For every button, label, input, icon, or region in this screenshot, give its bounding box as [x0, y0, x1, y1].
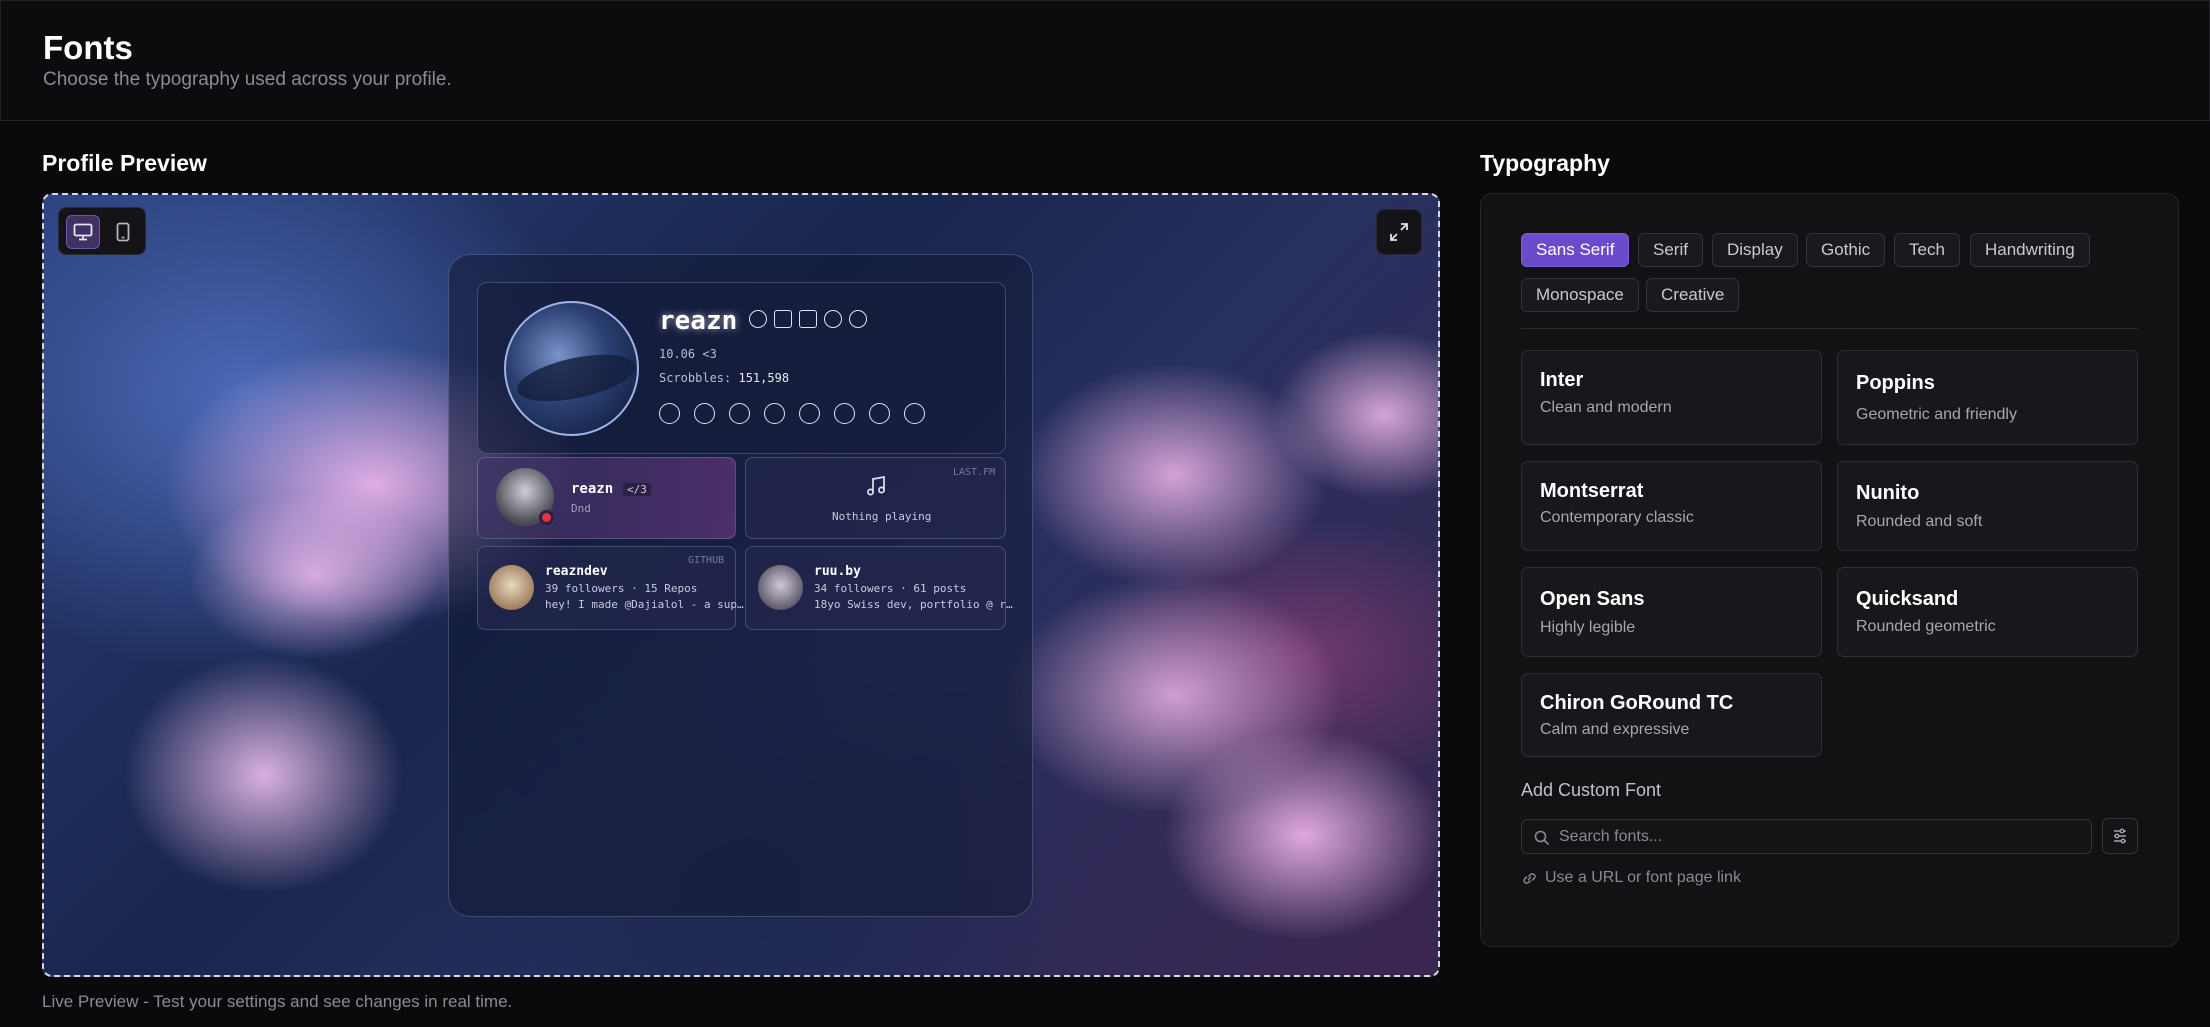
font-description: Highly legible — [1540, 619, 1636, 636]
bluesky-bio: 18yo Swiss dev, portfolio @ r… — [814, 598, 1013, 611]
font-option-montserrat[interactable]: Montserrat Contemporary classic — [1521, 461, 1822, 551]
font-description: Rounded geometric — [1856, 618, 1996, 635]
bluesky-icon[interactable] — [694, 403, 715, 424]
globe-icon[interactable] — [904, 403, 925, 424]
font-option-nunito[interactable]: Nunito Rounded and soft — [1837, 461, 2138, 551]
users-icon — [824, 310, 842, 328]
github-stats: 39 followers · 15 Repos — [545, 582, 698, 595]
url-hint: Use a URL or font page link — [1545, 869, 1741, 886]
font-name: Quicksand — [1856, 588, 1959, 610]
font-option-inter[interactable]: Inter Clean and modern — [1521, 350, 1822, 445]
category-handwriting[interactable]: Handwriting — [1970, 233, 2090, 267]
scrobbles-label: Scrobbles: — [659, 371, 732, 385]
profile-tagline: 10.06 <3 — [659, 347, 717, 361]
category-display[interactable]: Display — [1712, 233, 1798, 267]
page-header: Fonts Choose the typography used across … — [0, 0, 2210, 121]
desktop-view-button[interactable] — [66, 215, 100, 249]
sliders-icon — [2114, 828, 2126, 844]
reddit-icon[interactable] — [869, 403, 890, 424]
category-tech[interactable]: Tech — [1894, 233, 1960, 267]
font-name: Inter — [1540, 369, 1584, 391]
custom-font-label: Add Custom Font — [1521, 780, 1662, 800]
font-description: Clean and modern — [1540, 399, 1672, 416]
tools-icon — [849, 310, 867, 328]
bluesky-username: ruu.by — [814, 564, 861, 579]
now-playing-status: Nothing playing — [832, 510, 932, 523]
osu-icon[interactable] — [659, 403, 680, 424]
category-gothic[interactable]: Gothic — [1806, 233, 1886, 267]
github-username: reazndev — [545, 564, 608, 579]
font-description: Calm and expressive — [1540, 721, 1690, 738]
typography-title: Typography — [1480, 150, 1610, 176]
social-links — [659, 403, 925, 424]
category-creative[interactable]: Creative — [1646, 278, 1740, 312]
font-option-chiron-goround-tc[interactable]: Chiron GoRound TC Calm and expressive — [1521, 673, 1822, 757]
font-search-input[interactable] — [1559, 826, 2079, 848]
page-subtitle: Choose the typography used across your p… — [43, 69, 452, 90]
lastfm-icon[interactable] — [799, 403, 820, 424]
font-option-poppins[interactable]: Poppins Geometric and friendly — [1837, 350, 2138, 445]
profile-scrobbles: Scrobbles: 151,598 — [659, 371, 789, 385]
font-description: Rounded and soft — [1856, 513, 1983, 530]
font-name: Montserrat — [1540, 480, 1644, 502]
mobile-view-button[interactable] — [106, 215, 140, 249]
spotify-icon[interactable] — [834, 403, 855, 424]
page-title: Fonts — [43, 29, 133, 66]
verified-icon — [749, 310, 767, 328]
bluesky-avatar — [758, 565, 803, 610]
font-filter-button[interactable] — [2102, 818, 2138, 854]
profile-preview-title: Profile Preview — [42, 150, 207, 176]
fullscreen-button[interactable] — [1376, 209, 1422, 255]
crown-icon — [774, 310, 792, 328]
font-search-box — [1521, 819, 2092, 854]
scrobbles-value: 151,598 — [738, 371, 790, 385]
font-option-open-sans[interactable]: Open Sans Highly legible — [1521, 567, 1822, 657]
font-description: Geometric and friendly — [1856, 406, 2017, 423]
font-option-quicksand[interactable]: Quicksand Rounded geometric — [1837, 567, 2138, 657]
discord-icon[interactable] — [764, 403, 785, 424]
category-monospace[interactable]: Monospace — [1521, 278, 1639, 312]
github-tag: GITHUB — [688, 555, 725, 566]
github-bio: hey! I made @Dajialol - a sup… — [545, 598, 744, 611]
profile-username: reazn — [659, 306, 738, 336]
dnd-status-dot — [539, 510, 554, 525]
font-description: Contemporary classic — [1540, 509, 1694, 526]
github-avatar — [489, 565, 534, 610]
calendar-icon — [799, 310, 817, 328]
link-icon — [1523, 873, 1536, 884]
search-icon — [1534, 830, 1550, 846]
category-serif[interactable]: Serif — [1638, 233, 1703, 267]
discord-username: reazn — [571, 481, 614, 497]
github-icon[interactable] — [729, 403, 750, 424]
category-divider — [1521, 328, 2138, 329]
monitor-icon — [73, 223, 93, 241]
font-name: Chiron GoRound TC — [1540, 692, 1734, 714]
profile-avatar — [504, 301, 639, 436]
bluesky-stats: 34 followers · 61 posts — [814, 582, 967, 595]
font-name: Nunito — [1856, 482, 1920, 504]
lastfm-tag: LAST.FM — [953, 467, 996, 478]
expand-icon — [1390, 223, 1408, 241]
discord-status: Dnd — [571, 502, 591, 515]
font-name: Open Sans — [1540, 588, 1645, 610]
preview-caption: Live Preview - Test your settings and se… — [42, 992, 513, 1011]
category-sans-serif[interactable]: Sans Serif — [1521, 233, 1630, 267]
profile-badges — [749, 310, 867, 328]
discord-tag: </3 — [623, 483, 651, 496]
device-toggle — [58, 207, 146, 255]
phone-icon — [116, 222, 130, 242]
music-note-icon — [867, 475, 885, 496]
font-name: Poppins — [1856, 372, 1935, 394]
